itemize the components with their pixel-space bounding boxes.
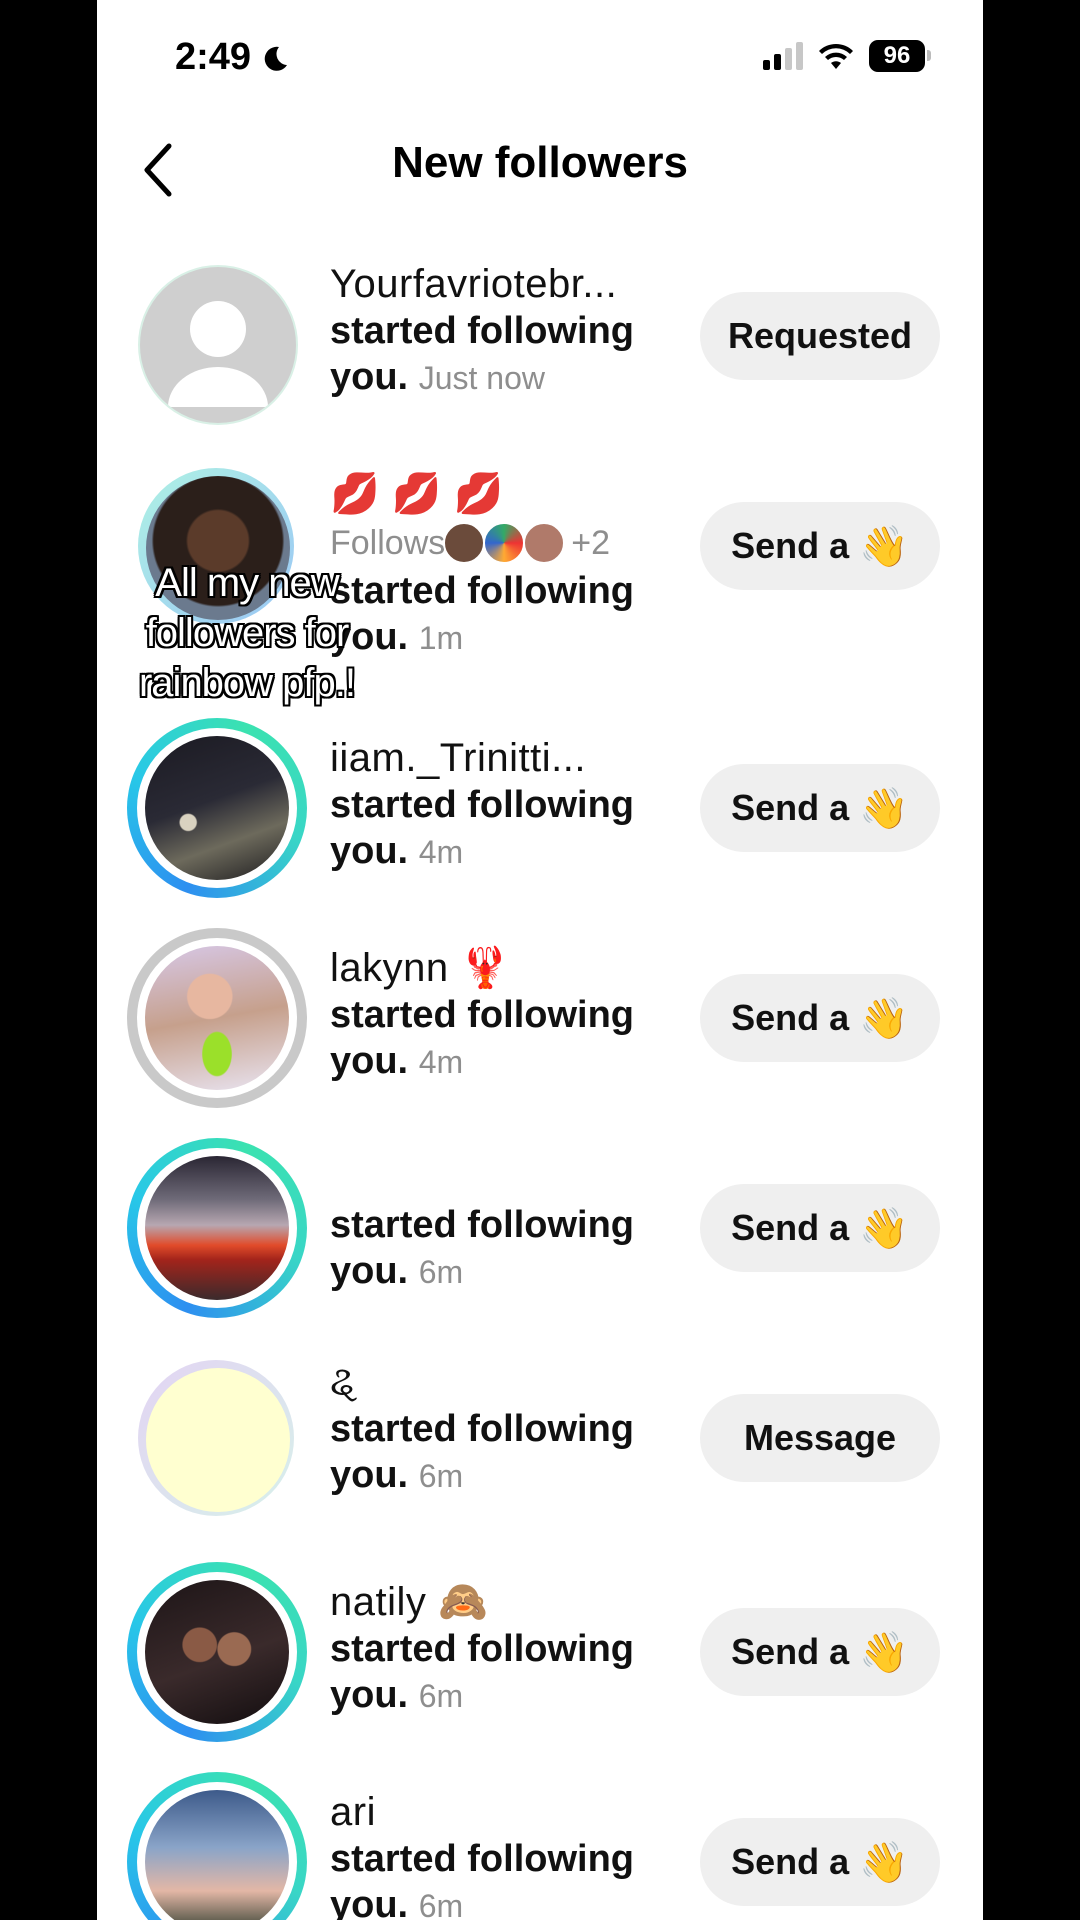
follower-row[interactable]: ari started following you. 6m Send a 👋 bbox=[97, 1772, 983, 1920]
follower-info: natily 🙈 started following you. 6m bbox=[330, 1578, 660, 1719]
avatar[interactable] bbox=[127, 718, 307, 898]
activity-you: you. bbox=[330, 356, 409, 398]
wave-icon: 👋 bbox=[859, 1630, 909, 1675]
activity-you: you. bbox=[330, 1454, 409, 1496]
screen: 2:49 96 New followers All my new followe… bbox=[97, 0, 983, 1920]
page-title: New followers bbox=[392, 138, 688, 187]
button-label: Send a bbox=[731, 525, 850, 566]
follower-info: lakynn 🦞 started following you. 4m bbox=[330, 944, 660, 1085]
message-button[interactable]: Message bbox=[700, 1394, 940, 1482]
default-user-icon bbox=[168, 301, 268, 407]
activity-text: started following bbox=[330, 310, 634, 352]
avatar[interactable] bbox=[127, 1358, 307, 1538]
timestamp: 6m bbox=[418, 1458, 464, 1494]
activity-text: started following bbox=[330, 1628, 634, 1670]
timestamp: 4m bbox=[418, 1044, 464, 1080]
activity-text: started following bbox=[330, 1408, 634, 1450]
username[interactable]: natily 🙈 bbox=[330, 1578, 660, 1626]
follower-row[interactable]: lakynn 🦞 started following you. 4m Send … bbox=[97, 928, 983, 1128]
wave-icon: 👋 bbox=[859, 1840, 909, 1885]
send-wave-button[interactable]: Send a 👋 bbox=[700, 764, 940, 852]
avatar[interactable] bbox=[127, 928, 307, 1108]
timestamp: 1m bbox=[418, 620, 464, 656]
follower-row[interactable]: natily 🙈 started following you. 6m Send … bbox=[97, 1562, 983, 1762]
mutual-avatar bbox=[523, 522, 566, 564]
send-wave-button[interactable]: Send a 👋 bbox=[700, 1818, 940, 1906]
follower-info: Yourfavriotebr... started following you.… bbox=[330, 260, 660, 401]
status-time: 2:49 bbox=[175, 36, 289, 79]
battery-indicator: 96 bbox=[869, 40, 931, 72]
activity-you: you. bbox=[330, 1250, 409, 1292]
button-label: Send a bbox=[731, 787, 850, 828]
activity-you: you. bbox=[330, 1674, 409, 1716]
activity-you: you. bbox=[330, 1884, 409, 1920]
button-label: Message bbox=[743, 1417, 897, 1458]
activity-text: started following bbox=[330, 1204, 634, 1246]
username[interactable]: iiam._Trinitti... bbox=[330, 734, 660, 782]
activity-text: started following bbox=[330, 994, 634, 1036]
wave-icon: 👋 bbox=[859, 524, 909, 569]
follower-row[interactable]: iiam._Trinitti... started following you.… bbox=[97, 718, 983, 918]
button-label: Requested bbox=[727, 315, 913, 356]
follower-row[interactable]: Yourfavriotebr... started following you.… bbox=[97, 244, 983, 444]
send-wave-button[interactable]: Send a 👋 bbox=[700, 974, 940, 1062]
activity-text: started following bbox=[330, 784, 634, 826]
mutual-avatar bbox=[483, 522, 526, 564]
follower-info: iiam._Trinitti... started following you.… bbox=[330, 734, 660, 875]
timestamp: 4m bbox=[418, 834, 464, 870]
follower-info: started following you. 6m bbox=[330, 1202, 660, 1295]
activity-you: you. bbox=[330, 830, 409, 872]
follower-info: ୡ started following you. 6m bbox=[330, 1358, 660, 1499]
wifi-icon bbox=[819, 43, 853, 69]
follower-row[interactable]: ୡ started following you. 6m Message bbox=[97, 1358, 983, 1558]
button-label: Send a bbox=[731, 1841, 850, 1882]
timestamp: 6m bbox=[418, 1678, 464, 1714]
username[interactable]: lakynn 🦞 bbox=[330, 944, 660, 992]
avatar[interactable] bbox=[127, 1138, 307, 1318]
follows-more-count: +2 bbox=[571, 524, 611, 562]
activity-text: started following bbox=[330, 1838, 634, 1880]
moon-icon bbox=[264, 46, 288, 71]
button-label: Send a bbox=[731, 1631, 850, 1672]
follower-row[interactable]: started following you. 6m Send a 👋 bbox=[97, 1138, 983, 1338]
overlay-caption: All my new followers for rainbow pfp.! bbox=[138, 561, 356, 705]
username[interactable]: ari bbox=[330, 1788, 660, 1836]
timestamp: 6m bbox=[418, 1888, 464, 1920]
avatar[interactable] bbox=[127, 254, 307, 434]
signal-icon bbox=[763, 42, 803, 70]
button-label: Send a bbox=[731, 997, 850, 1038]
activity-you: you. bbox=[330, 1040, 409, 1082]
follower-info: ari started following you. 6m bbox=[330, 1788, 660, 1920]
username[interactable]: Yourfavriotebr... bbox=[330, 260, 660, 308]
username[interactable]: 💋 💋 💋 bbox=[330, 470, 660, 518]
requested-button[interactable]: Requested bbox=[700, 292, 940, 380]
wave-icon: 👋 bbox=[859, 1206, 909, 1251]
mutual-avatar bbox=[443, 522, 486, 564]
button-label: Send a bbox=[731, 1207, 850, 1248]
username[interactable]: ୡ bbox=[330, 1358, 660, 1406]
wave-icon: 👋 bbox=[859, 996, 909, 1041]
wave-icon: 👋 bbox=[859, 786, 909, 831]
status-icons: 96 bbox=[763, 40, 931, 72]
avatar[interactable] bbox=[127, 1562, 307, 1742]
send-wave-button[interactable]: Send a 👋 bbox=[700, 502, 940, 590]
send-wave-button[interactable]: Send a 👋 bbox=[700, 1184, 940, 1272]
avatar[interactable] bbox=[127, 1772, 307, 1920]
clock: 2:49 bbox=[175, 36, 252, 78]
timestamp: Just now bbox=[418, 360, 545, 396]
timestamp: 6m bbox=[418, 1254, 464, 1290]
send-wave-button[interactable]: Send a 👋 bbox=[700, 1608, 940, 1696]
